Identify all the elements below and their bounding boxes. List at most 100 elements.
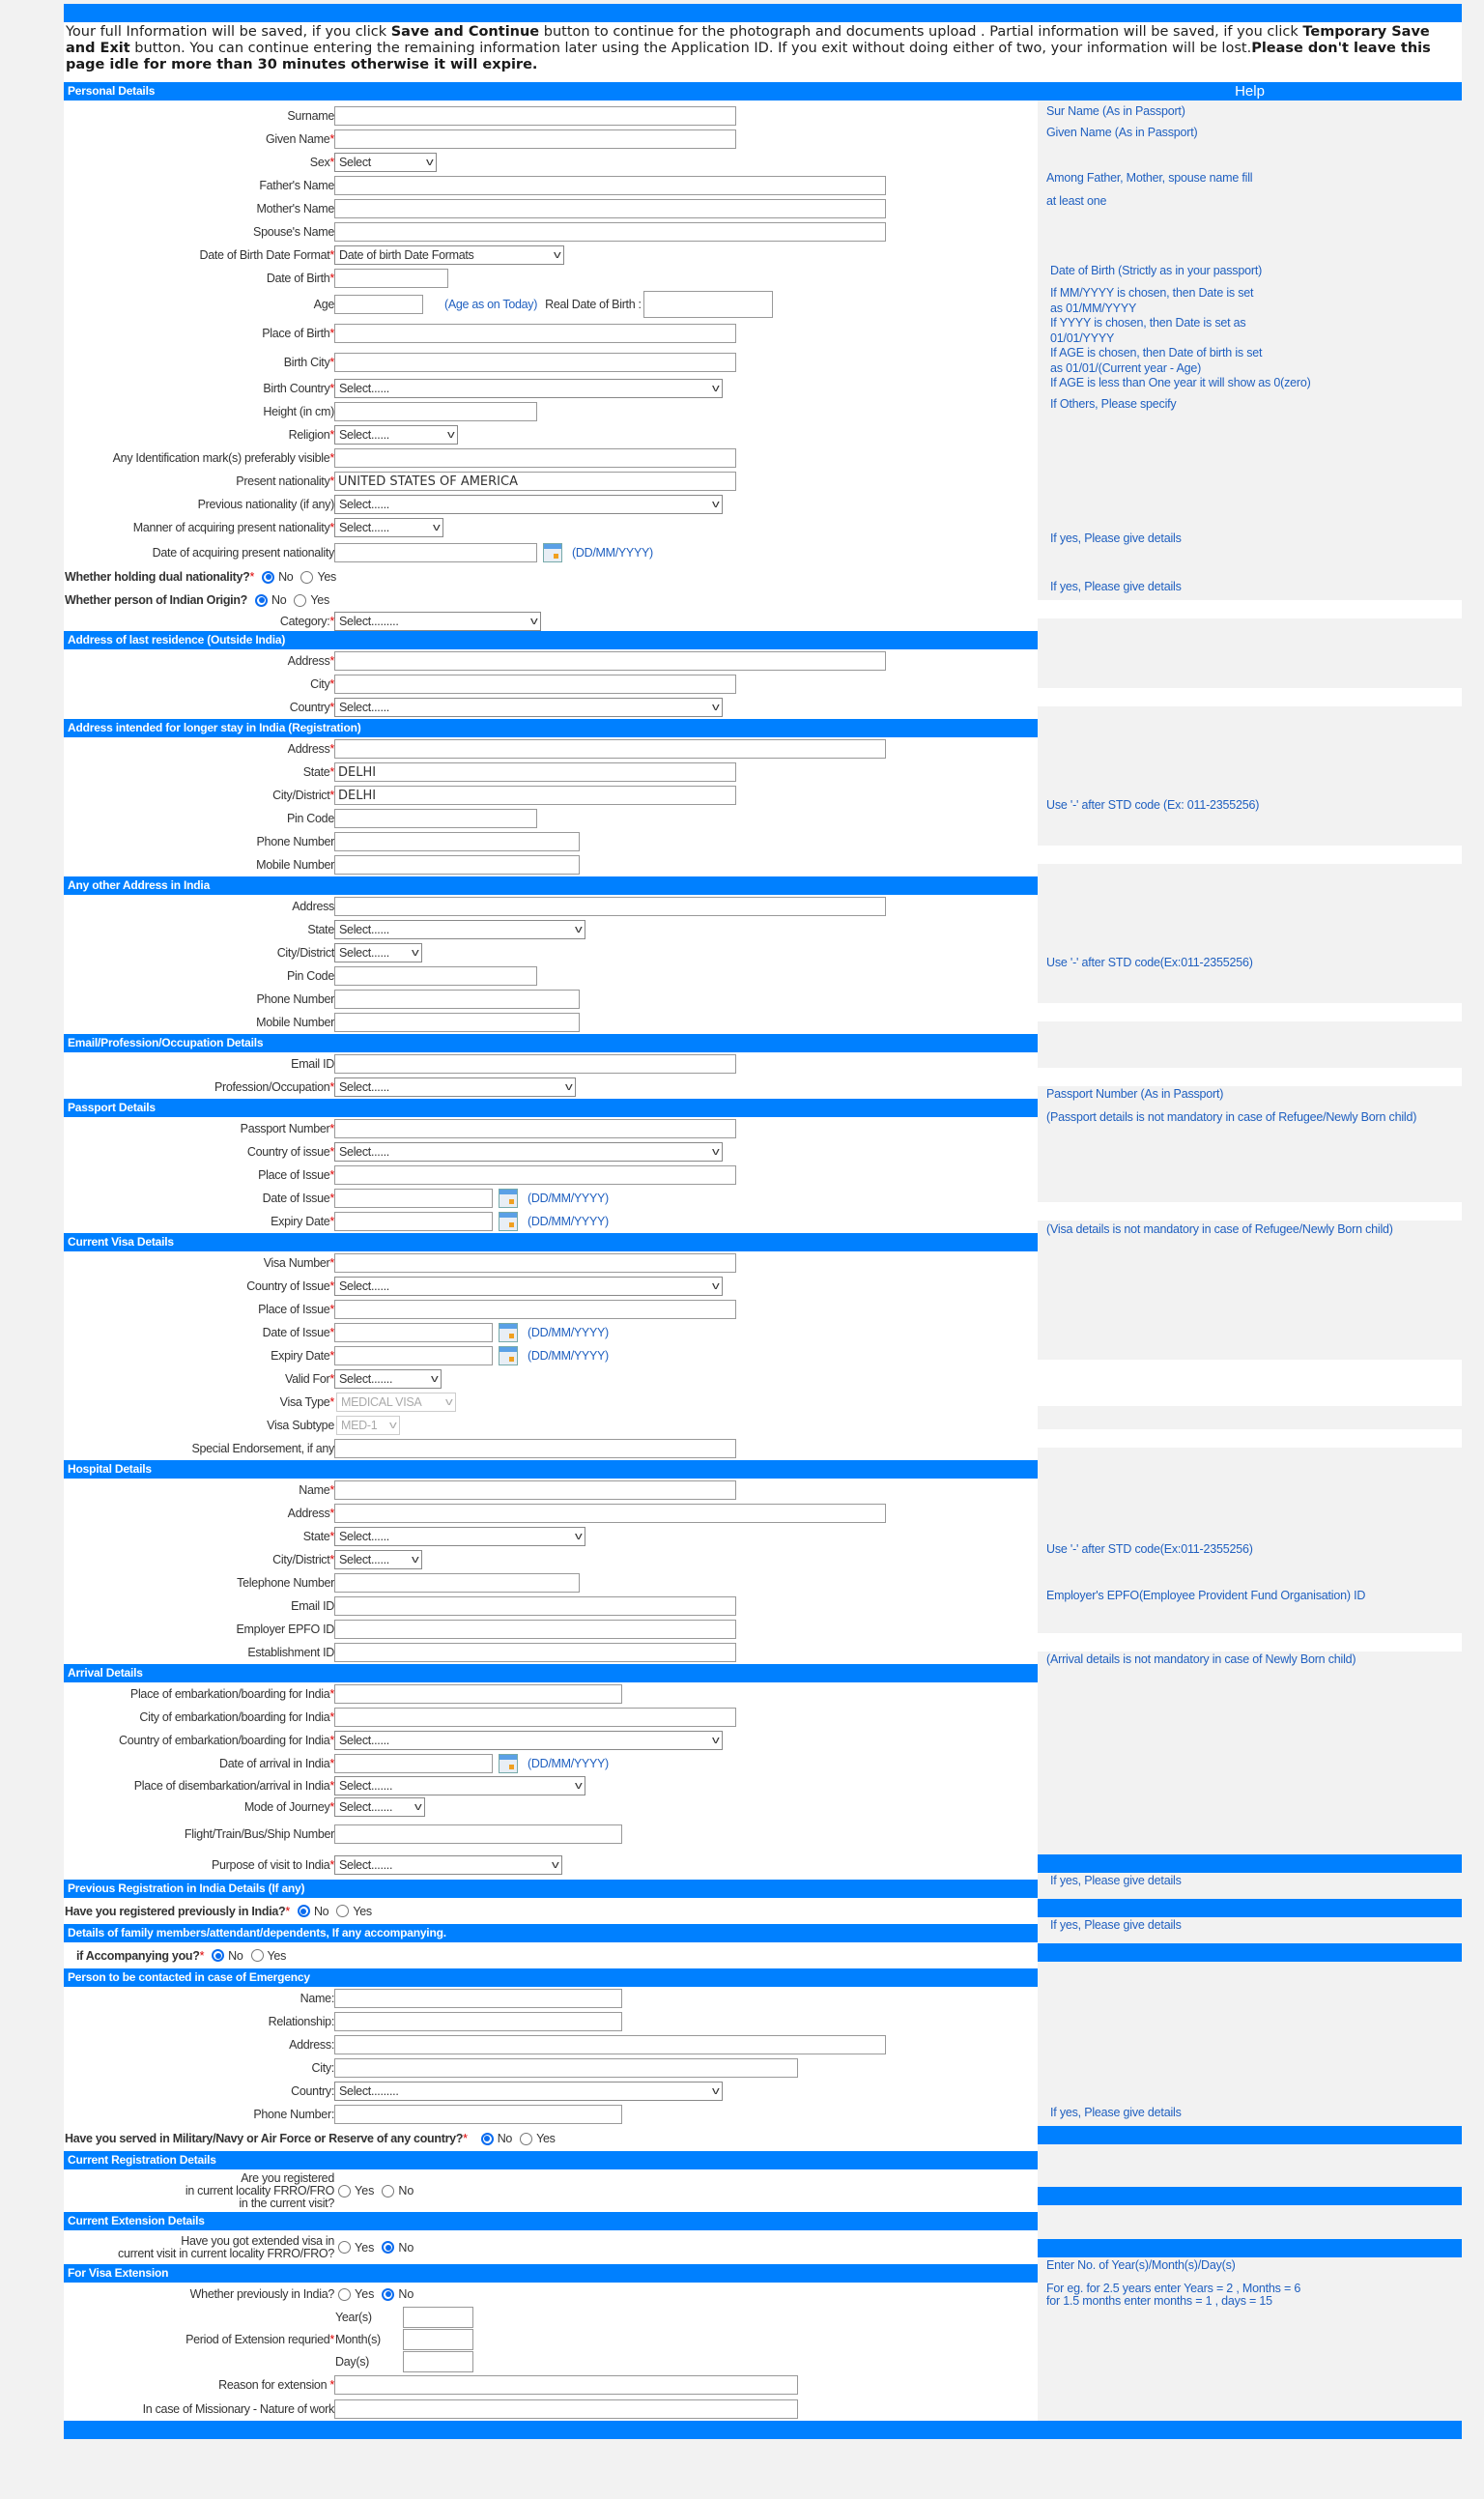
- spouse-name-input[interactable]: [334, 222, 886, 242]
- calendar-icon[interactable]: [543, 542, 562, 562]
- india-address-input[interactable]: [334, 739, 886, 759]
- notice-text: button. You can continue entering the re…: [129, 41, 1252, 56]
- current-registration-no[interactable]: No: [382, 2184, 414, 2197]
- emergency-city-input[interactable]: [334, 2058, 798, 2078]
- emergency-name-input[interactable]: [334, 1989, 622, 2008]
- hospital-name-input[interactable]: [334, 1480, 736, 1500]
- emergency-address-input[interactable]: [334, 2035, 886, 2054]
- sex-select[interactable]: Select v: [334, 153, 437, 172]
- calendar-icon[interactable]: [499, 1346, 518, 1365]
- valid-for-select[interactable]: Select....... v: [334, 1369, 442, 1389]
- profession-select[interactable]: Select...... v: [334, 1077, 576, 1097]
- current-extension-no[interactable]: No: [382, 2241, 414, 2255]
- hospital-state-select[interactable]: Select...... v: [334, 1527, 585, 1546]
- purpose-select[interactable]: Select....... v: [334, 1855, 562, 1875]
- indian-origin-yes[interactable]: Yes: [294, 593, 329, 607]
- embarkation-city-input[interactable]: [334, 1708, 736, 1727]
- endorsement-input[interactable]: [334, 1439, 736, 1458]
- other-mobile-input[interactable]: [334, 1013, 580, 1032]
- calendar-icon[interactable]: [499, 1189, 518, 1208]
- flight-number-input[interactable]: [334, 1824, 622, 1844]
- place-of-birth-input[interactable]: [334, 324, 736, 343]
- real-dob-input[interactable]: [642, 291, 773, 318]
- dual-nationality-yes[interactable]: Yes: [300, 570, 336, 584]
- other-pin-input[interactable]: [334, 966, 537, 986]
- india-state-input[interactable]: [334, 762, 736, 782]
- last-country-select[interactable]: Select...... v: [334, 698, 723, 717]
- category-select[interactable]: Select......... v: [334, 612, 541, 631]
- other-address-input[interactable]: [334, 897, 886, 916]
- present-nationality-input[interactable]: [334, 472, 736, 491]
- dual-nationality-no[interactable]: No: [262, 570, 294, 584]
- given-name-input[interactable]: [334, 129, 736, 149]
- hospital-phone-input[interactable]: [334, 1573, 580, 1593]
- other-phone-input[interactable]: [334, 990, 580, 1009]
- indian-origin-no[interactable]: No: [255, 593, 287, 607]
- india-city-input[interactable]: [334, 786, 736, 805]
- other-city-select[interactable]: Select...... v: [334, 943, 422, 962]
- military-service-yes[interactable]: Yes: [520, 2132, 556, 2145]
- last-city-input[interactable]: [334, 675, 736, 694]
- embarkation-place-input[interactable]: [334, 1684, 622, 1704]
- previous-registration-yes[interactable]: Yes: [336, 1905, 372, 1918]
- previous-nationality-select[interactable]: Select...... v: [334, 495, 723, 514]
- father-name-input[interactable]: [334, 176, 886, 195]
- months-input[interactable]: [403, 2328, 473, 2350]
- previously-in-india-no[interactable]: No: [382, 2287, 414, 2301]
- height-input[interactable]: [334, 402, 537, 421]
- age-input[interactable]: [334, 295, 423, 314]
- manner-nationality-select[interactable]: Select...... v: [334, 518, 443, 537]
- mother-name-input[interactable]: [334, 199, 886, 218]
- visa-place-input[interactable]: [334, 1300, 736, 1319]
- missionary-work-input[interactable]: [334, 2398, 798, 2419]
- dob-format-select[interactable]: Date of birth Date Formats v: [334, 245, 564, 265]
- accompanying-no[interactable]: No: [212, 1949, 243, 1963]
- embarkation-country-select[interactable]: Select...... v: [334, 1731, 723, 1750]
- birth-country-select[interactable]: Select...... v: [334, 379, 723, 398]
- surname-input[interactable]: [334, 106, 736, 126]
- date-nationality-input[interactable]: [334, 542, 537, 562]
- india-mobile-input[interactable]: [334, 855, 580, 875]
- last-address-input[interactable]: [334, 651, 886, 671]
- previously-in-india-yes[interactable]: Yes: [338, 2287, 374, 2301]
- epfo-input[interactable]: [334, 1620, 736, 1639]
- hospital-email-input[interactable]: [334, 1596, 736, 1616]
- visa-issue-date-input[interactable]: [334, 1323, 493, 1342]
- emergency-country-select[interactable]: Select......... v: [334, 2082, 723, 2101]
- dob-input[interactable]: [334, 269, 448, 288]
- india-pin-input[interactable]: [334, 809, 537, 828]
- current-registration-yes[interactable]: Yes: [338, 2184, 374, 2197]
- passport-place-input[interactable]: [334, 1165, 736, 1185]
- emergency-phone-input[interactable]: [334, 2105, 622, 2124]
- passport-number-input[interactable]: [334, 1119, 736, 1138]
- india-phone-input[interactable]: [334, 832, 580, 851]
- visa-expiry-input[interactable]: [334, 1346, 493, 1365]
- email-input[interactable]: [334, 1054, 736, 1074]
- identification-mark-input[interactable]: [334, 448, 736, 468]
- hospital-city-select[interactable]: Select...... v: [334, 1550, 422, 1569]
- journey-mode-select[interactable]: Select....... v: [334, 1797, 425, 1817]
- accompanying-yes[interactable]: Yes: [250, 1949, 286, 1963]
- other-state-select[interactable]: Select...... v: [334, 920, 585, 939]
- passport-expiry-input[interactable]: [334, 1212, 493, 1231]
- birth-city-input[interactable]: [334, 353, 736, 372]
- religion-select[interactable]: Select...... v: [334, 425, 458, 445]
- disembarkation-select[interactable]: Select....... v: [334, 1776, 585, 1795]
- extension-reason-input[interactable]: [334, 2374, 798, 2395]
- calendar-icon[interactable]: [499, 1212, 518, 1231]
- current-extension-yes[interactable]: Yes: [338, 2241, 374, 2255]
- visa-country-select[interactable]: Select...... v: [334, 1277, 723, 1296]
- passport-country-select[interactable]: Select...... v: [334, 1142, 723, 1162]
- passport-issue-date-input[interactable]: [334, 1189, 493, 1208]
- visa-number-input[interactable]: [334, 1253, 736, 1273]
- years-input[interactable]: [403, 2306, 473, 2328]
- days-input[interactable]: [403, 2350, 473, 2372]
- emergency-relationship-input[interactable]: [334, 2012, 622, 2031]
- calendar-icon[interactable]: [499, 1754, 518, 1773]
- calendar-icon[interactable]: [499, 1323, 518, 1342]
- military-service-no[interactable]: No: [480, 2132, 512, 2145]
- previous-registration-no[interactable]: No: [297, 1905, 329, 1918]
- arrival-date-input[interactable]: [334, 1754, 493, 1773]
- hospital-address-input[interactable]: [334, 1504, 886, 1523]
- establishment-input[interactable]: [334, 1643, 736, 1662]
